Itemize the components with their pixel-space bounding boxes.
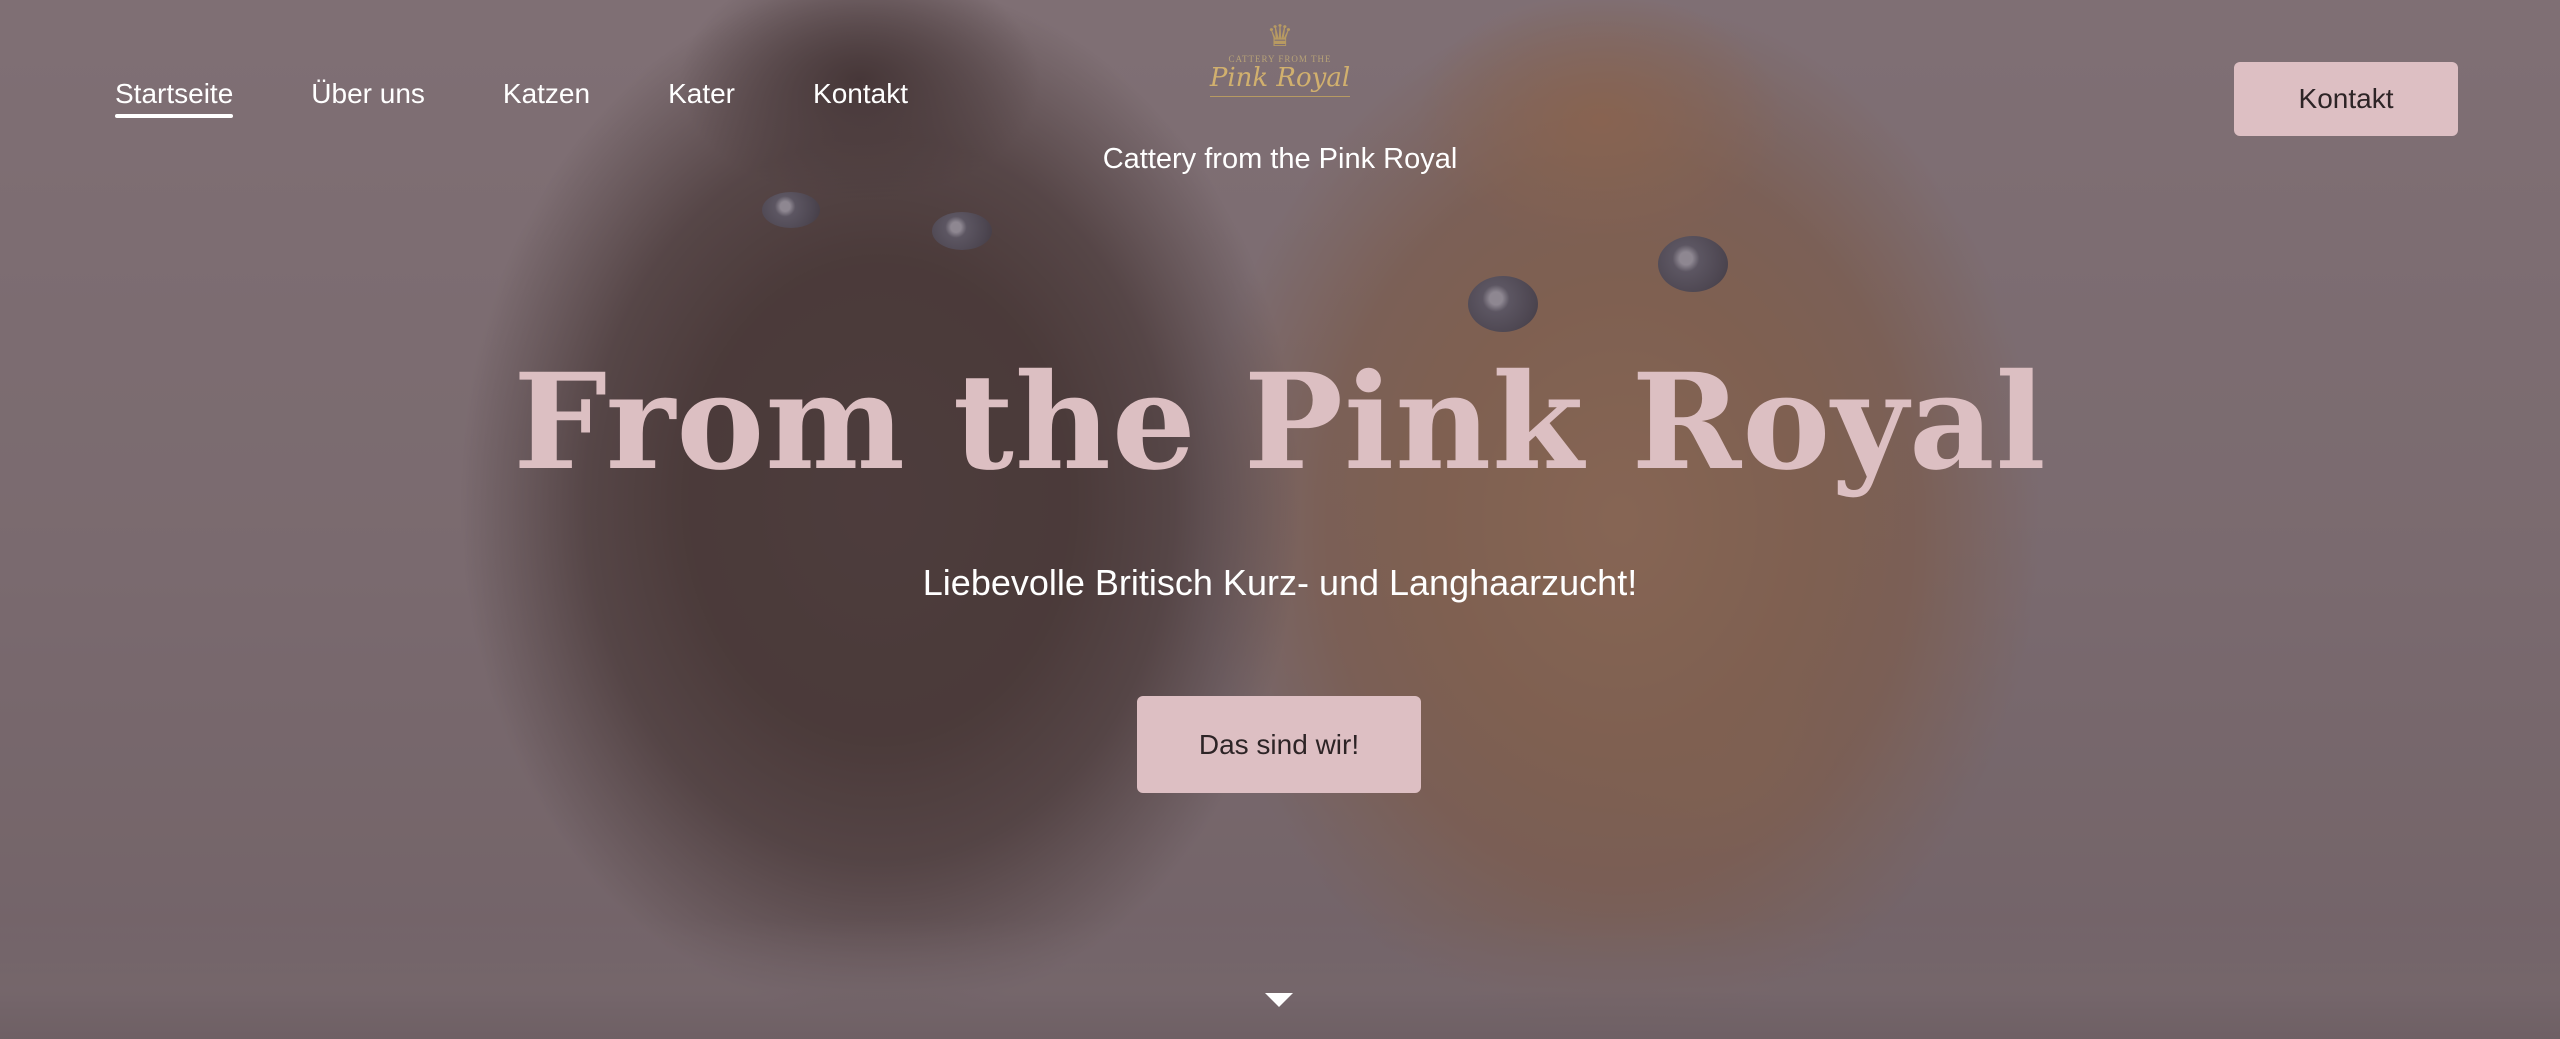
nav-item-katzen[interactable]: Katzen bbox=[503, 78, 590, 118]
logo-divider bbox=[1210, 96, 1350, 97]
contact-button[interactable]: Kontakt bbox=[2234, 62, 2458, 136]
about-us-button[interactable]: Das sind wir! bbox=[1137, 696, 1421, 793]
site-logo[interactable]: ♛ CATTERY FROM THE Pink Royal bbox=[1205, 22, 1355, 112]
triangle-down-icon[interactable] bbox=[1265, 993, 1293, 1007]
logo-script-text: Pink Royal bbox=[1209, 63, 1351, 93]
hero-section: Startseite Über uns Katzen Kater Kontakt… bbox=[0, 0, 2560, 1039]
crown-icon: ♛ bbox=[1266, 20, 1294, 53]
nav-item-kontakt[interactable]: Kontakt bbox=[813, 78, 908, 118]
main-navigation: Startseite Über uns Katzen Kater Kontakt bbox=[115, 78, 986, 118]
nav-item-ueber-uns[interactable]: Über uns bbox=[311, 78, 425, 118]
nav-item-kater[interactable]: Kater bbox=[668, 78, 735, 118]
nav-item-startseite[interactable]: Startseite bbox=[115, 78, 234, 118]
hero-headline: From the Pink Royal bbox=[513, 345, 2047, 500]
hero-tagline: Liebevolle Britisch Kurz- und Langhaarzu… bbox=[922, 562, 1638, 603]
site-subtitle: Cattery from the Pink Royal bbox=[1102, 143, 1458, 175]
